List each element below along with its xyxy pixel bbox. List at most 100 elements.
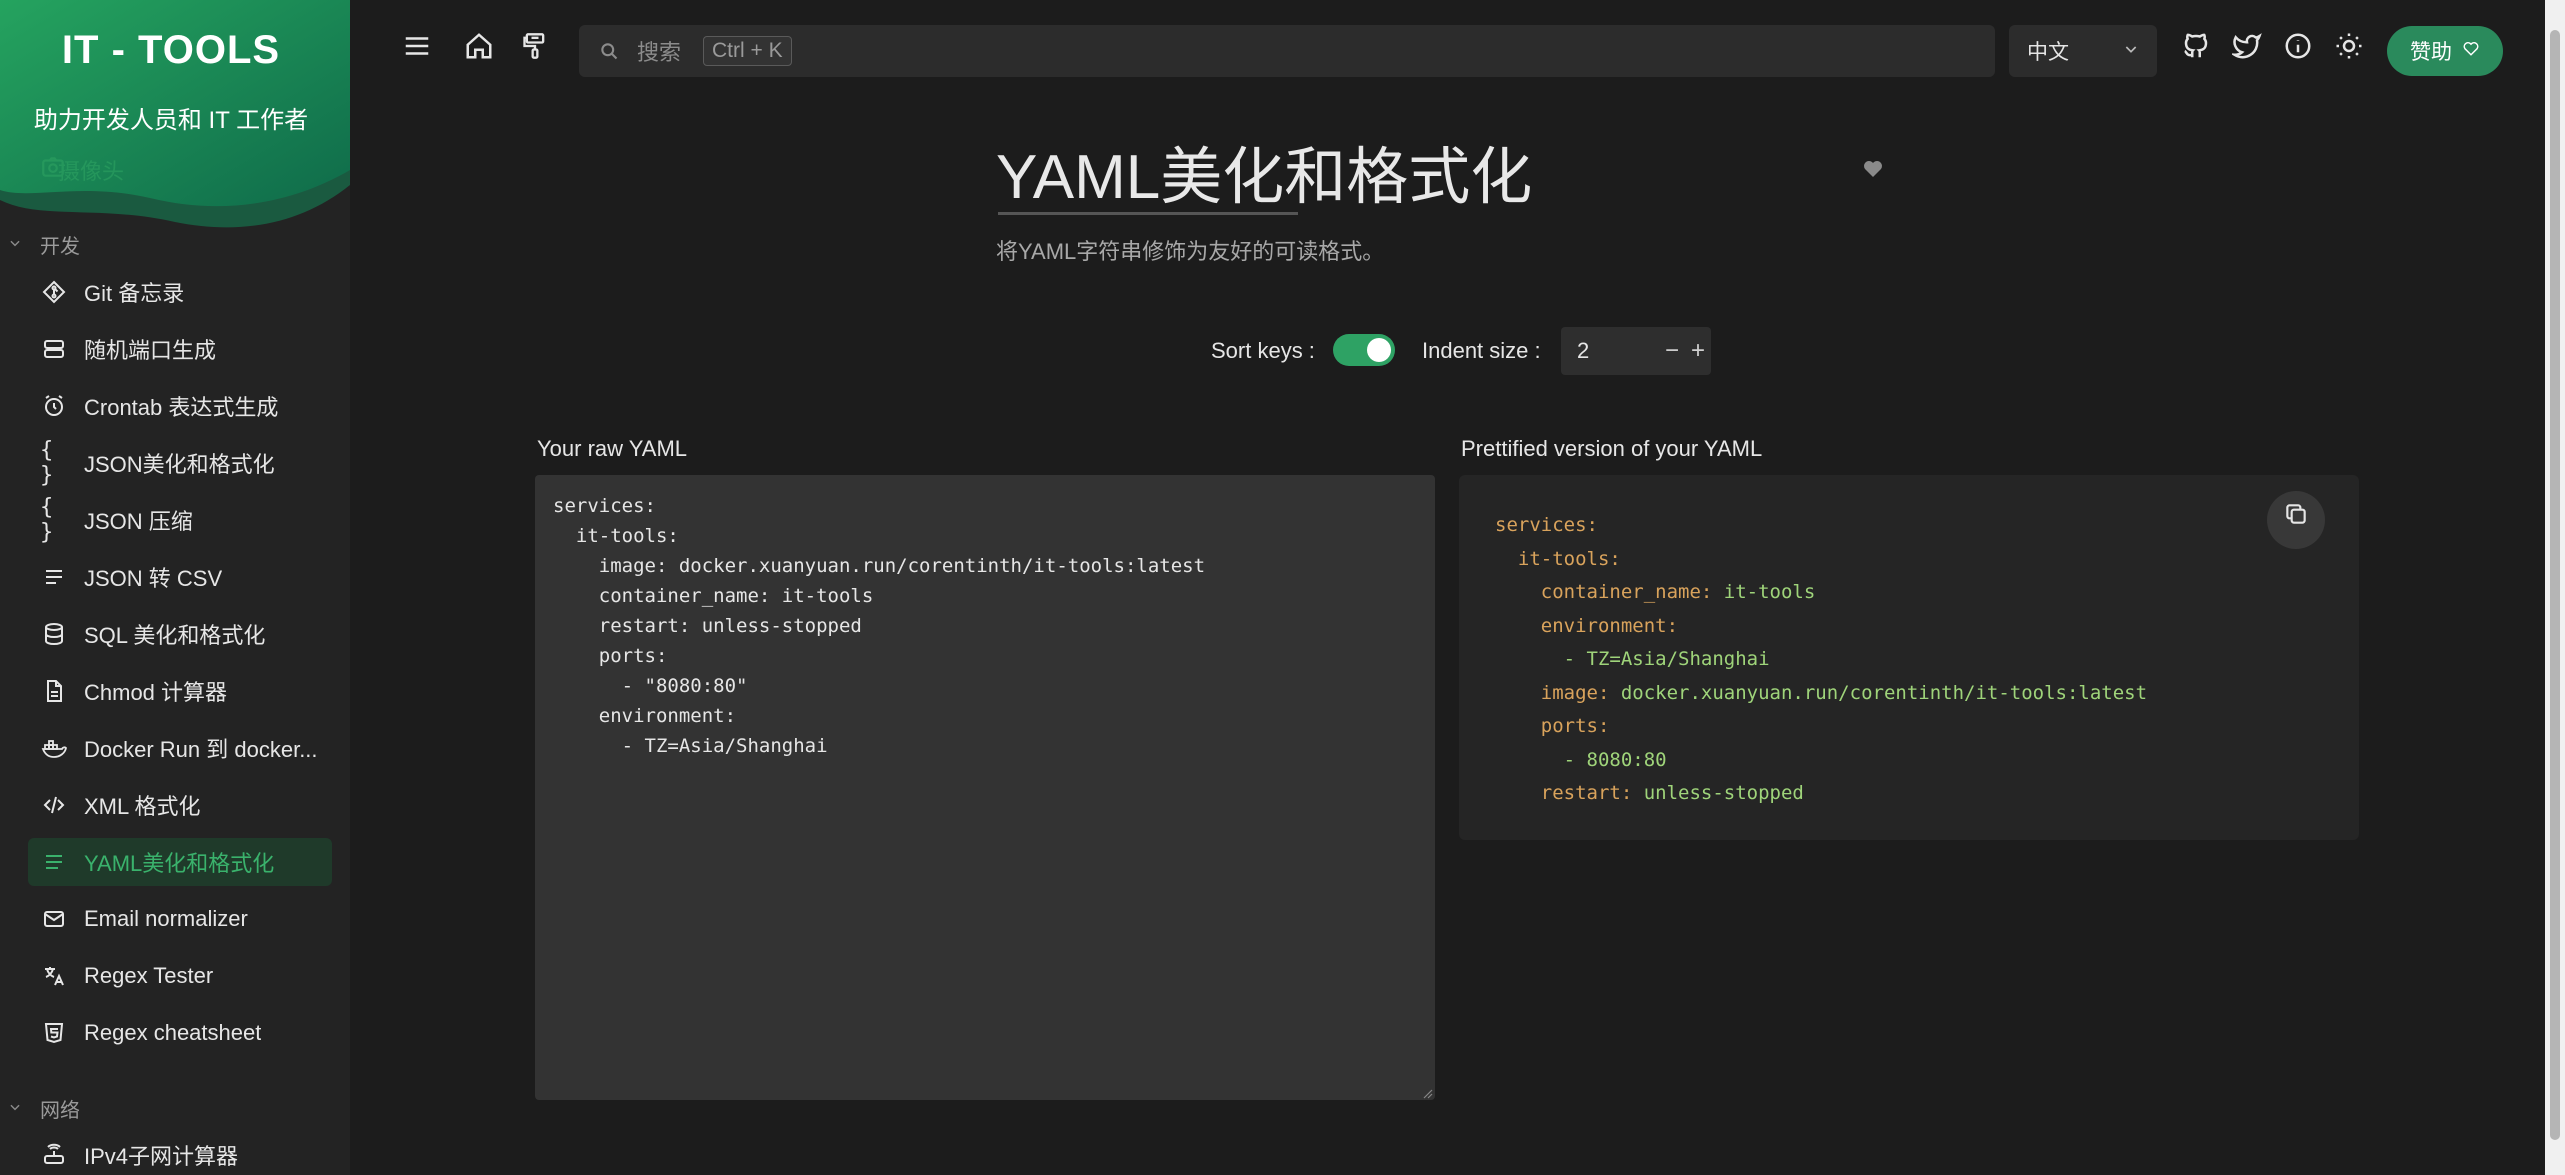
theme-toggle-button[interactable] (2327, 26, 2371, 70)
twitter-icon (2230, 31, 2262, 66)
ui-lib-button[interactable] (513, 26, 557, 70)
yaml-line: container_name: it-tools (1495, 576, 2359, 610)
html5-icon (40, 1019, 68, 1047)
yaml-line: environment: (1495, 610, 2359, 644)
sponsor-button[interactable]: 赞助 (2387, 26, 2503, 76)
sidebar-item-yaml-prettify[interactable]: YAML美化和格式化 (28, 838, 332, 886)
braces-icon: { } (40, 438, 54, 488)
search-shortcut-hint: Ctrl + K (703, 36, 792, 66)
minus-icon[interactable]: − (1659, 337, 1685, 365)
yaml-line: - TZ=Asia/Shanghai (1495, 643, 2359, 677)
about-button[interactable] (2276, 26, 2320, 70)
docker-icon (40, 734, 68, 762)
yaml-key: container_name: (1540, 581, 1713, 603)
sidebar-item-camera-partial[interactable]: 摄像头 (40, 154, 124, 186)
chevron-down-icon (8, 1097, 24, 1120)
sidebar-group-network[interactable]: 网络 (0, 1088, 80, 1128)
home-icon (464, 31, 494, 66)
info-icon (2283, 31, 2313, 66)
copy-button[interactable] (2267, 491, 2325, 549)
plus-icon[interactable]: + (1685, 337, 1711, 365)
code-icon (40, 791, 68, 819)
favorite-button[interactable] (1858, 155, 1888, 185)
sidebar-item-label: XML 格式化 (84, 794, 201, 819)
search-input[interactable]: 搜索 Ctrl + K (579, 25, 1995, 77)
list-icon (40, 563, 68, 591)
sidebar-item-chmod[interactable]: Chmod 计算器 (28, 667, 332, 715)
group-label: 网络 (40, 1099, 80, 1122)
sidebar-item-label: Email normalizer (84, 906, 248, 931)
scrollbar-thumb[interactable] (2550, 30, 2560, 1140)
sidebar-item-xml-format[interactable]: XML 格式化 (28, 781, 332, 829)
sun-icon (2334, 31, 2364, 66)
sidebar-item-label: Chmod 计算器 (84, 680, 228, 705)
yaml-key: restart: (1540, 782, 1633, 804)
yaml-value: - 8080:80 (1563, 748, 1667, 771)
sidebar-item-regex-cheatsheet[interactable]: Regex cheatsheet (28, 1009, 332, 1057)
raw-yaml-label: Your raw YAML (537, 436, 688, 461)
yaml-line: services: (1495, 509, 2359, 543)
sidebar-item-json-minify[interactable]: { } JSON 压缩 (28, 495, 332, 545)
database-icon (40, 620, 68, 648)
yaml-key: image: (1540, 681, 1610, 704)
sidebar-item-docker-run[interactable]: Docker Run 到 docker... (28, 724, 332, 772)
twitter-link[interactable] (2225, 26, 2269, 70)
yaml-key: ports: (1540, 715, 1610, 737)
sort-keys-toggle[interactable] (1333, 334, 1395, 366)
yaml-key: environment: (1540, 614, 1679, 637)
alarm-clock-icon (40, 392, 68, 420)
server-icon (40, 335, 68, 363)
menu-toggle-button[interactable] (395, 26, 439, 70)
top-bar: 搜索 Ctrl + K 中文 赞助 (350, 0, 2565, 100)
group-label: 开发 (40, 235, 80, 258)
indent-size-stepper[interactable]: 2 − + (1561, 327, 1711, 375)
paint-roller-icon (521, 31, 549, 66)
sidebar-item-label: YAML美化和格式化 (84, 851, 275, 876)
sort-keys-label: Sort keys : (1211, 338, 1315, 363)
github-link[interactable] (2174, 26, 2218, 70)
yaml-key: it-tools: (1517, 547, 1621, 570)
sidebar-group-dev[interactable]: 开发 (0, 224, 80, 264)
sidebar-item-label: 摄像头 (58, 159, 125, 184)
align-left-icon (40, 848, 68, 876)
sidebar-item-label: 随机端口生成 (84, 338, 217, 363)
chevron-down-icon (2123, 39, 2139, 63)
brand-header[interactable]: IT - TOOLS 助力开发人员和 IT 工作者 摄像头 (0, 0, 350, 235)
yaml-key: services: (1495, 514, 1598, 536)
sidebar-item-git-cheatsheet[interactable]: Git 备忘录 (28, 268, 332, 316)
sidebar-item-label: JSON美化和格式化 (84, 452, 275, 477)
indent-size-value[interactable]: 2 (1577, 338, 1659, 364)
language-select[interactable]: 中文 (2009, 25, 2157, 77)
sidebar-item-sql-prettify[interactable]: SQL 美化和格式化 (28, 610, 332, 658)
sidebar-item-ipv4-subnet[interactable]: IPv4子网计算器 (28, 1131, 332, 1175)
search-placeholder: 搜索 (637, 40, 682, 65)
yaml-value: - TZ=Asia/Shanghai (1563, 648, 1770, 670)
raw-yaml-textarea[interactable]: services: it-tools: image: docker.xuanyu… (535, 475, 1435, 1100)
sidebar-item-label: SQL 美化和格式化 (84, 623, 266, 648)
braces-icon: { } (40, 495, 54, 545)
page-title: YAML美化和格式化 (996, 143, 1533, 212)
prettified-yaml-label: Prettified version of your YAML (1461, 436, 1763, 461)
sidebar-item-crontab[interactable]: Crontab 表达式生成 (28, 382, 332, 430)
prettified-yaml-output: services: it-tools: container_name: it-t… (1459, 475, 2359, 840)
sidebar-item-json-to-csv[interactable]: JSON 转 CSV (28, 553, 332, 601)
page-scrollbar[interactable] (2545, 0, 2565, 1175)
yaml-line: restart: unless-stopped (1495, 777, 2359, 811)
brand-subtitle: 助力开发人员和 IT 工作者 (33, 107, 309, 134)
sidebar-item-regex-tester[interactable]: Regex Tester (28, 952, 332, 1000)
sidebar-item-random-port[interactable]: 随机端口生成 (28, 325, 332, 373)
github-icon (2181, 31, 2211, 66)
yaml-line: ports: (1495, 710, 2359, 744)
yaml-value: it-tools (1712, 581, 1816, 603)
mail-icon (40, 905, 68, 933)
hamburger-icon (402, 31, 432, 66)
sidebar-item-json-prettify[interactable]: { } JSON美化和格式化 (28, 438, 332, 488)
sidebar-item-label: Git 备忘录 (84, 281, 185, 306)
copy-icon (2283, 501, 2309, 539)
brand-title: IT - TOOLS (61, 28, 281, 72)
sidebar: IT - TOOLS 助力开发人员和 IT 工作者 摄像头 开发 Git 备忘录… (0, 0, 350, 1175)
resize-handle-icon[interactable] (1421, 1086, 2562, 1172)
sidebar-item-email-normalizer[interactable]: Email normalizer (28, 895, 332, 943)
home-button[interactable] (457, 26, 501, 70)
sponsor-label: 赞助 (2410, 41, 2452, 64)
